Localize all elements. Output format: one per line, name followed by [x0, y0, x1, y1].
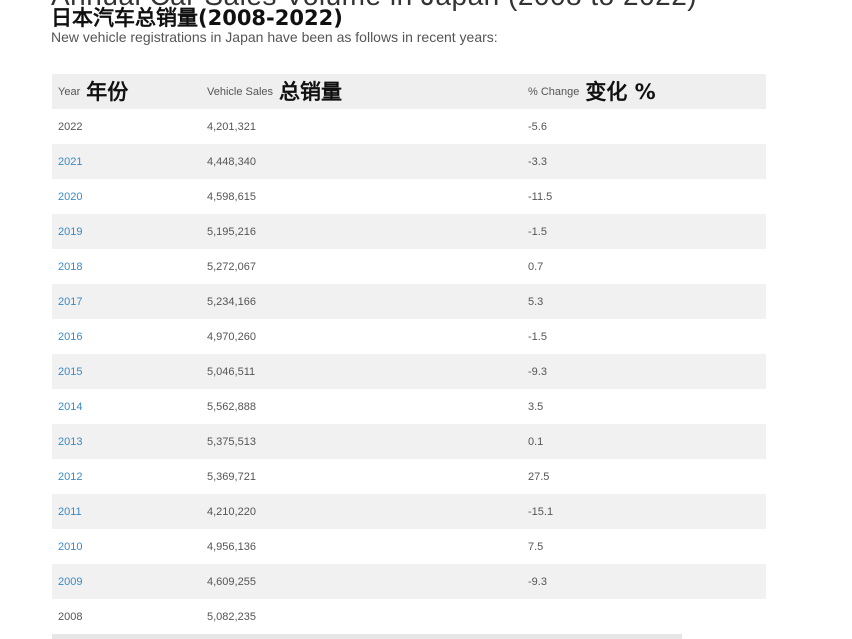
sales-cell: 5,272,067 [207, 260, 256, 273]
page-heading-chinese: 日本汽车总销量(2008-2022) [51, 6, 343, 30]
header-year: Year 年份 [58, 80, 128, 104]
table-row: 2013 5,375,513 0.1 [52, 424, 766, 459]
sales-table: Year 年份 Vehicle Sales 总销量 % Change 变化 % … [52, 74, 766, 634]
change-cell: -9.3 [528, 575, 547, 588]
table-row: 2018 5,272,067 0.7 [52, 249, 766, 284]
sales-cell: 4,598,615 [207, 190, 256, 203]
table-row: 2019 5,195,216 -1.5 [52, 214, 766, 249]
sales-cell: 4,210,220 [207, 505, 256, 518]
header-change-zh: 变化 % [585, 79, 656, 104]
sales-cell: 4,956,136 [207, 540, 256, 553]
table-row: 2015 5,046,511 -9.3 [52, 354, 766, 389]
sales-cell: 4,609,255 [207, 575, 256, 588]
change-cell: 5.3 [528, 295, 544, 308]
sales-cell: 5,195,216 [207, 225, 256, 238]
sales-cell: 5,369,721 [207, 470, 256, 483]
year-link[interactable]: 2009 [58, 576, 82, 588]
header-year-label: Year [58, 85, 81, 98]
header-change: % Change 变化 % [528, 80, 656, 104]
table-row: 2011 4,210,220 -15.1 [52, 494, 766, 529]
year-cell: 2022 [58, 120, 83, 133]
sales-cell: 4,448,340 [207, 155, 256, 168]
year-link[interactable]: 2016 [58, 331, 82, 343]
header-change-label: % Change [528, 85, 580, 98]
year-link[interactable]: 2013 [58, 436, 82, 448]
horizontal-scrollbar[interactable] [52, 634, 682, 639]
year-link[interactable]: 2014 [58, 401, 82, 413]
change-cell: 3.5 [528, 400, 544, 413]
change-cell: 0.1 [528, 435, 544, 448]
change-cell: -5.6 [528, 120, 547, 133]
sales-cell: 4,970,260 [207, 330, 256, 343]
change-cell: -9.3 [528, 365, 547, 378]
year-link[interactable]: 2018 [58, 261, 82, 273]
year-link[interactable]: 2011 [58, 506, 82, 518]
sales-cell: 5,562,888 [207, 400, 256, 413]
table-row: 2022 4,201,321 -5.6 [52, 109, 766, 144]
change-cell: 0.7 [528, 260, 544, 273]
sales-cell: 5,082,235 [207, 610, 256, 623]
change-cell: -3.3 [528, 155, 547, 168]
change-cell: -1.5 [528, 225, 547, 238]
header-sales: Vehicle Sales 总销量 [207, 80, 342, 104]
header-sales-zh: 总销量 [279, 79, 343, 104]
table-row: 2016 4,970,260 -1.5 [52, 319, 766, 354]
table-row: 2014 5,562,888 3.5 [52, 389, 766, 424]
year-link[interactable]: 2019 [58, 226, 82, 238]
table-row: 2021 4,448,340 -3.3 [52, 144, 766, 179]
year-link[interactable]: 2017 [58, 296, 82, 308]
year-link[interactable]: 2012 [58, 471, 82, 483]
table-row: 2010 4,956,136 7.5 [52, 529, 766, 564]
table-row: 2012 5,369,721 27.5 [52, 459, 766, 494]
year-link[interactable]: 2020 [58, 191, 82, 203]
table-header-row: Year 年份 Vehicle Sales 总销量 % Change 变化 % [52, 74, 766, 109]
sales-cell: 4,201,321 [207, 120, 256, 133]
year-link[interactable]: 2010 [58, 541, 82, 553]
header-year-zh: 年份 [86, 79, 129, 104]
table-row: 2008 5,082,235 [52, 599, 766, 634]
sales-cell: 5,375,513 [207, 435, 256, 448]
year-link[interactable]: 2015 [58, 366, 82, 378]
change-cell: 27.5 [528, 470, 550, 483]
table-row: 2020 4,598,615 -11.5 [52, 179, 766, 214]
year-cell: 2008 [58, 610, 83, 623]
change-cell: -11.5 [528, 190, 553, 203]
year-link[interactable]: 2021 [58, 156, 82, 168]
intro-text: New vehicle registrations in Japan have … [51, 29, 498, 45]
table-row: 2009 4,609,255 -9.3 [52, 564, 766, 599]
table-row: 2017 5,234,166 5.3 [52, 284, 766, 319]
header-sales-label: Vehicle Sales [207, 85, 274, 98]
change-cell: -1.5 [528, 330, 547, 343]
sales-cell: 5,234,166 [207, 295, 256, 308]
change-cell: -15.1 [528, 505, 554, 518]
sales-cell: 5,046,511 [207, 365, 256, 378]
change-cell: 7.5 [528, 540, 544, 553]
